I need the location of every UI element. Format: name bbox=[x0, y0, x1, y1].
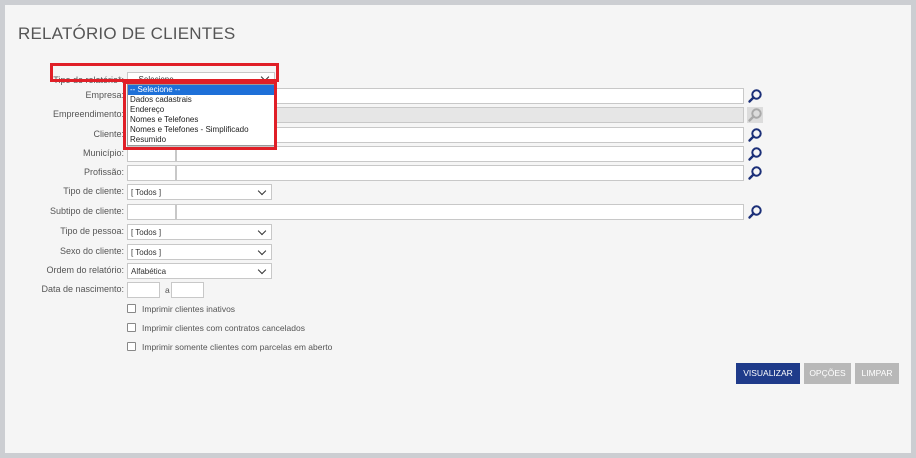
empresa-label: Empresa: bbox=[85, 90, 124, 100]
subtipo-cliente-label: Subtipo de cliente: bbox=[49, 206, 124, 216]
search-icon[interactable] bbox=[747, 88, 763, 104]
ordem-relatorio-select[interactable]: Alfabética bbox=[127, 263, 272, 279]
empreendimento-label: Empreendimento: bbox=[52, 109, 124, 119]
row-ordem-relatorio: Ordem do relatório: Alfabética bbox=[5, 262, 285, 280]
sexo-cliente-label: Sexo do cliente: bbox=[59, 246, 124, 256]
checkbox-label: Imprimir clientes inativos bbox=[142, 304, 236, 314]
tipo-pessoa-value: [ Todos ] bbox=[131, 228, 162, 237]
ordem-relatorio-label: Ordem do relatório: bbox=[46, 265, 124, 275]
subtipo-cliente-code-input[interactable] bbox=[127, 204, 176, 220]
tipo-cliente-select[interactable]: [ Todos ] bbox=[127, 184, 272, 200]
ordem-relatorio-value: Alfabética bbox=[131, 267, 167, 276]
row-sexo-cliente: Sexo do cliente: [ Todos ] bbox=[5, 243, 285, 261]
tipo-cliente-value: [ Todos ] bbox=[131, 188, 162, 197]
checkbox-label: Imprimir clientes com contratos cancelad… bbox=[142, 323, 305, 333]
search-icon[interactable] bbox=[747, 165, 763, 181]
search-icon[interactable] bbox=[747, 127, 763, 143]
checkbox-box[interactable] bbox=[127, 342, 136, 351]
chevron-down-icon bbox=[257, 265, 267, 275]
data-nascimento-end-input[interactable] bbox=[171, 282, 204, 298]
sexo-cliente-select[interactable]: [ Todos ] bbox=[127, 244, 272, 260]
date-range-separator: a bbox=[165, 285, 170, 295]
row-cliente: Cliente: bbox=[5, 126, 765, 144]
row-empreendimento: Empreendimento: bbox=[5, 106, 765, 124]
highlight-box-tipo-relatorio bbox=[50, 63, 279, 82]
opcoes-button[interactable]: OPÇÕES bbox=[804, 363, 851, 384]
row-tipo-cliente: Tipo de cliente: [ Todos ] bbox=[5, 183, 285, 201]
page-title: RELATÓRIO DE CLIENTES bbox=[18, 24, 236, 43]
cliente-label: Cliente: bbox=[93, 129, 124, 139]
search-icon[interactable] bbox=[747, 146, 763, 162]
row-empresa: Empresa: bbox=[5, 87, 765, 105]
data-nascimento-start-input[interactable] bbox=[127, 282, 160, 298]
data-nascimento-label: Data de nascimento: bbox=[41, 284, 124, 294]
checkbox-box[interactable] bbox=[127, 323, 136, 332]
row-tipo-pessoa: Tipo de pessoa: [ Todos ] bbox=[5, 223, 285, 241]
row-municipio: Município: bbox=[5, 145, 765, 163]
subtipo-cliente-name-input[interactable] bbox=[176, 204, 744, 220]
checkbox-box[interactable] bbox=[127, 304, 136, 313]
profissao-label: Profissão: bbox=[83, 167, 124, 177]
row-data-nascimento: Data de nascimento: a bbox=[5, 281, 285, 299]
municipio-label: Município: bbox=[82, 148, 124, 158]
profissao-code-input[interactable] bbox=[127, 165, 176, 181]
report-panel: RELATÓRIO DE CLIENTES Tipo de relatório*… bbox=[5, 5, 911, 453]
highlight-box-dropdown bbox=[123, 81, 277, 150]
tipo-pessoa-select[interactable]: [ Todos ] bbox=[127, 224, 272, 240]
sexo-cliente-value: [ Todos ] bbox=[131, 248, 162, 257]
chevron-down-icon bbox=[257, 226, 267, 236]
search-icon[interactable] bbox=[747, 204, 763, 220]
tipo-pessoa-label: Tipo de pessoa: bbox=[60, 226, 124, 236]
visualizar-button[interactable]: VISUALIZAR bbox=[736, 363, 800, 384]
chevron-down-icon bbox=[257, 246, 267, 256]
tipo-cliente-label: Tipo de cliente: bbox=[63, 186, 124, 196]
search-icon bbox=[747, 107, 763, 123]
row-profissao: Profissão: bbox=[5, 164, 765, 182]
profissao-name-input[interactable] bbox=[176, 165, 744, 181]
chevron-down-icon bbox=[257, 186, 267, 196]
checkbox-label: Imprimir somente clientes com parcelas e… bbox=[142, 342, 333, 352]
row-subtipo-cliente: Subtipo de cliente: bbox=[5, 203, 765, 221]
limpar-button[interactable]: LIMPAR bbox=[855, 363, 899, 384]
